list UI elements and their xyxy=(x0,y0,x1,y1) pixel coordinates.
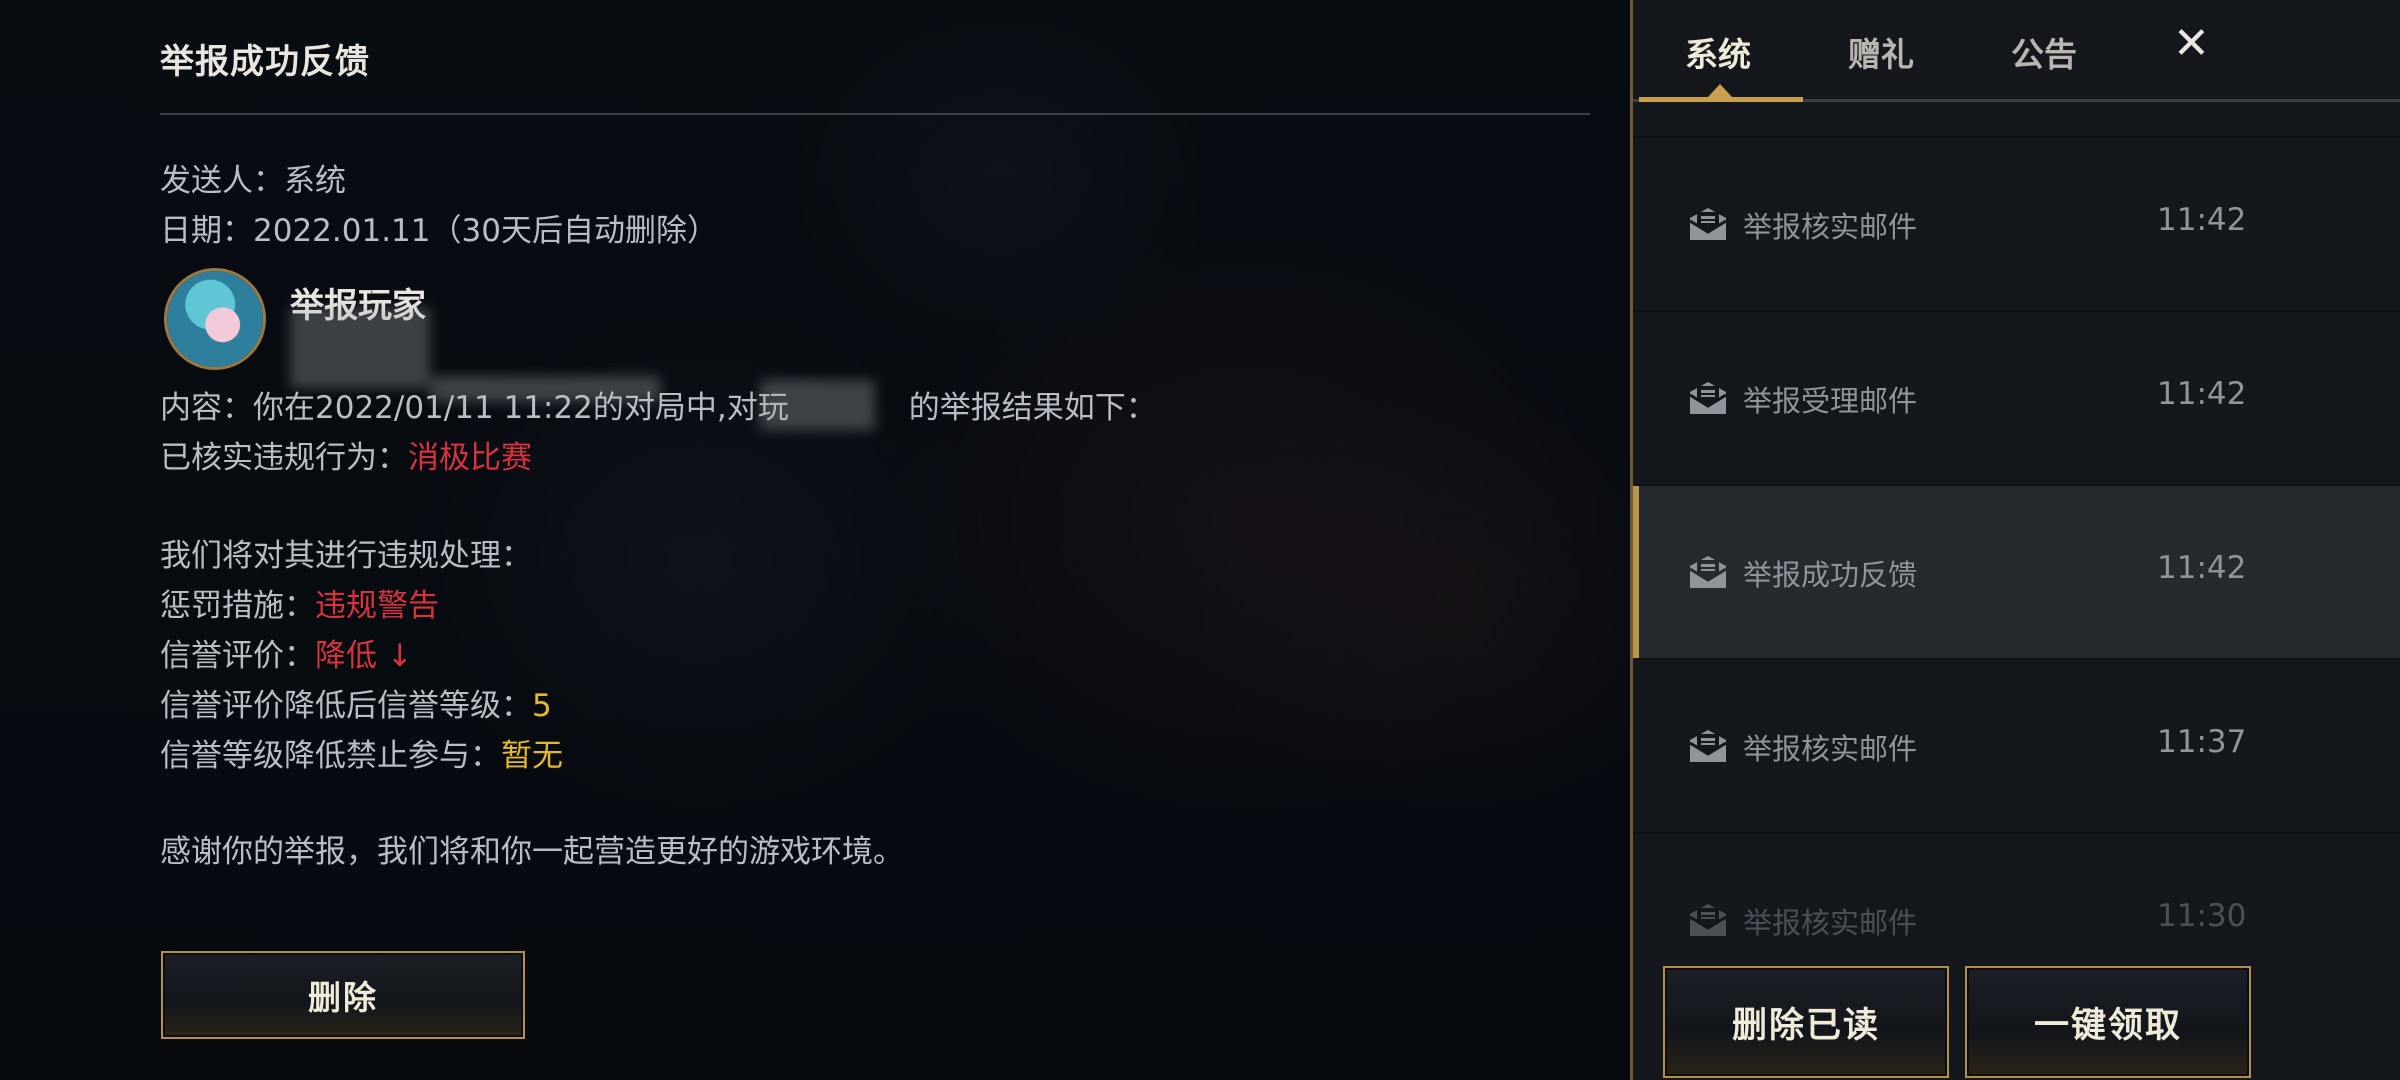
active-tab-caret-icon xyxy=(1708,84,1732,97)
sender-label: 发送人： xyxy=(160,163,284,199)
verified-label: 已核实违规行为： xyxy=(160,440,408,476)
credit-line: 信誉评价：降低 ↓ xyxy=(160,630,413,675)
credit-level-line: 信誉评价降低后信誉等级：5 xyxy=(160,680,552,725)
mail-read-icon xyxy=(1689,208,1727,240)
mail-title: 举报核实邮件 xyxy=(1743,732,1918,766)
mail-time: 11:37 xyxy=(2157,724,2247,760)
mail-time: 11:30 xyxy=(2157,898,2247,934)
content-line: 内容：你在2022/01/11 11:22的对局中,对玩 的举报结果如下： xyxy=(160,382,1157,427)
content-suffix: 的举报结果如下： xyxy=(908,390,1157,426)
mail-list: 举报核实邮件 11:42 举报受理邮件 11:42 举报成功反馈 11:42 举… xyxy=(1633,104,2400,944)
date-label: 日期： xyxy=(160,213,253,249)
active-tab-indicator xyxy=(1639,97,1803,102)
tab-gifts[interactable]: 赠礼 xyxy=(1848,28,1914,76)
penalty-line: 惩罚措施：违规警告 xyxy=(160,580,439,625)
mail-title: 举报成功反馈 xyxy=(1743,558,1918,592)
mail-title: 举报受理邮件 xyxy=(1743,384,1918,418)
mail-time: 11:42 xyxy=(2157,550,2247,586)
mail-tabs: 系统 赠礼 公告 ✕ xyxy=(1633,0,2400,104)
selected-indicator xyxy=(1633,486,1639,658)
mail-detail: 举报成功反馈 发送人：系统 日期：2022.01.11（30天后自动删除） 举报… xyxy=(160,0,1590,1080)
date-line: 日期：2022.01.11（30天后自动删除） xyxy=(160,205,718,250)
delete-read-button[interactable]: 删除已读 xyxy=(1663,966,1949,1078)
title-divider xyxy=(160,113,1590,115)
mail-list-panel: 系统 赠礼 公告 ✕ 举报核实邮件 11:42 举报受理邮件 11:42 举报成… xyxy=(1630,0,2400,1080)
mail-read-icon xyxy=(1689,904,1727,936)
verified-value: 消极比赛 xyxy=(408,440,532,476)
close-icon[interactable]: ✕ xyxy=(2173,18,2210,69)
mail-item[interactable]: 举报核实邮件 11:37 xyxy=(1633,660,2400,834)
mail-read-icon xyxy=(1689,382,1727,414)
mail-time: 11:42 xyxy=(2157,202,2247,238)
credit-level-label: 信誉评价降低后信誉等级： xyxy=(160,688,532,724)
tab-system[interactable]: 系统 xyxy=(1685,28,1751,76)
mail-title: 举报核实邮件 xyxy=(1743,906,1918,940)
tab-announcements[interactable]: 公告 xyxy=(2011,28,2077,76)
verified-line: 已核实违规行为：消极比赛 xyxy=(160,432,532,477)
ban-value: 暂无 xyxy=(501,738,563,774)
mail-item[interactable]: 举报受理邮件 11:42 xyxy=(1633,312,2400,486)
credit-level-value: 5 xyxy=(532,688,552,724)
ban-label: 信誉等级降低禁止参与： xyxy=(160,738,501,774)
mail-time: 11:42 xyxy=(2157,376,2247,412)
mail-item-selected[interactable]: 举报成功反馈 11:42 xyxy=(1633,486,2400,660)
mail-title: 举报核实邮件 xyxy=(1743,210,1918,244)
mail-read-icon xyxy=(1689,556,1727,588)
thanks-line: 感谢你的举报，我们将和你一起营造更好的游戏环境。 xyxy=(160,834,904,870)
credit-label: 信誉评价： xyxy=(160,638,315,674)
mail-read-icon xyxy=(1689,730,1727,762)
penalty-value: 违规警告 xyxy=(315,588,439,624)
penalty-label: 惩罚措施： xyxy=(160,588,315,624)
content-prefix: 内容：你在2022/01/11 11:22的对局中,对玩 xyxy=(160,390,789,426)
sender-line: 发送人：系统 xyxy=(160,155,346,200)
mail-title: 举报成功反馈 xyxy=(160,42,370,82)
mail-item[interactable]: 举报核实邮件 11:30 xyxy=(1633,834,2400,944)
credit-value: 降低 ↓ xyxy=(315,638,413,674)
date-value: 2022.01.11（30天后自动删除） xyxy=(253,213,718,249)
player-avatar xyxy=(164,268,266,370)
claim-all-button[interactable]: 一键领取 xyxy=(1965,966,2251,1078)
redacted-player-mask xyxy=(760,380,875,430)
delete-button[interactable]: 删除 xyxy=(161,951,525,1039)
ban-line: 信誉等级降低禁止参与：暂无 xyxy=(160,730,563,775)
sender-value: 系统 xyxy=(284,163,346,199)
redacted-info xyxy=(290,308,430,388)
mail-item[interactable]: 举报核实邮件 11:42 xyxy=(1633,138,2400,312)
process-line: 我们将对其进行违规处理： xyxy=(160,538,532,574)
